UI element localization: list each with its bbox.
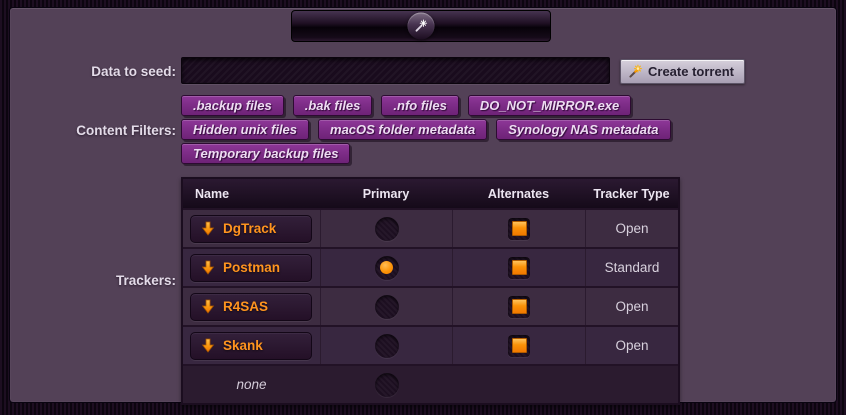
create-torrent-button[interactable]: Create torrent bbox=[620, 59, 745, 84]
tracker-name-label: R4SAS bbox=[223, 299, 268, 314]
column-header-primary: Primary bbox=[320, 179, 452, 208]
content-filters-label: Content Filters: bbox=[76, 123, 176, 138]
primary-radio[interactable] bbox=[375, 256, 399, 280]
trackers-table: Name Primary Alternates Tracker Type DgT… bbox=[181, 177, 680, 405]
tracker-row: Postman Standard bbox=[183, 247, 678, 286]
filter-chip[interactable]: .nfo files bbox=[381, 95, 458, 116]
wand-toggle-button[interactable] bbox=[408, 13, 435, 40]
data-to-seed-label: Data to seed: bbox=[91, 64, 176, 79]
download-arrow-icon bbox=[201, 221, 215, 236]
tracker-row: DgTrack Open bbox=[183, 208, 678, 247]
filter-chip-row: .backup files .bak files .nfo files DO_NOT_… bbox=[181, 95, 671, 116]
magic-wand-sparkle-icon bbox=[628, 64, 643, 79]
data-to-seed-input[interactable] bbox=[181, 57, 610, 84]
tracker-row: none bbox=[183, 364, 678, 403]
tracker-alternates-cell bbox=[452, 327, 585, 364]
tracker-name-cell: Postman bbox=[183, 249, 320, 286]
alternates-checkbox[interactable] bbox=[508, 335, 530, 357]
alternates-checkbox[interactable] bbox=[508, 296, 530, 318]
filter-chip[interactable]: macOS folder metadata bbox=[318, 119, 487, 140]
primary-radio[interactable] bbox=[375, 295, 399, 319]
filter-chip[interactable]: Temporary backup files bbox=[181, 143, 350, 164]
checkbox-mark bbox=[512, 221, 527, 236]
tracker-primary-cell bbox=[320, 210, 452, 247]
tracker-name-button[interactable]: R4SAS bbox=[190, 293, 312, 321]
tracker-type-label: Open bbox=[615, 299, 648, 314]
download-arrow-icon bbox=[201, 260, 215, 275]
tracker-type-cell: Standard bbox=[585, 249, 678, 286]
tracker-name-button[interactable]: Postman bbox=[190, 254, 312, 282]
tracker-type-cell: Open bbox=[585, 210, 678, 247]
tracker-primary-cell bbox=[320, 288, 452, 325]
tracker-name-cell: Skank bbox=[183, 327, 320, 364]
tracker-row: Skank Open bbox=[183, 325, 678, 364]
tracker-type-cell: Open bbox=[585, 327, 678, 364]
filter-chip[interactable]: Synology NAS metadata bbox=[496, 119, 670, 140]
tracker-type-label: Open bbox=[615, 338, 648, 353]
tracker-name-button[interactable]: DgTrack bbox=[190, 215, 312, 243]
filter-chip-row: Temporary backup files bbox=[181, 143, 671, 164]
tracker-name-label: Postman bbox=[223, 260, 280, 275]
column-header-name: Name bbox=[183, 179, 320, 208]
tracker-type-cell bbox=[585, 366, 678, 403]
tracker-row: R4SAS Open bbox=[183, 286, 678, 325]
tracker-alternates-cell bbox=[452, 288, 585, 325]
filter-chip[interactable]: Hidden unix files bbox=[181, 119, 309, 140]
column-header-tracker-type: Tracker Type bbox=[585, 179, 678, 208]
create-torrent-button-label: Create torrent bbox=[648, 64, 734, 79]
primary-radio[interactable] bbox=[375, 373, 399, 397]
tracker-alternates-cell bbox=[452, 249, 585, 286]
radio-dot bbox=[380, 261, 393, 274]
tracker-name-label: DgTrack bbox=[223, 221, 276, 236]
tracker-name-button[interactable]: Skank bbox=[190, 332, 312, 360]
filter-chip-row: Hidden unix files macOS folder metadata Sy… bbox=[181, 119, 671, 140]
tracker-alternates-cell bbox=[452, 366, 585, 403]
tracker-primary-cell bbox=[320, 366, 452, 403]
tracker-type-cell: Open bbox=[585, 288, 678, 325]
filter-chip[interactable]: DO_NOT_MIRROR.exe bbox=[468, 95, 631, 116]
tracker-name-cell: none bbox=[183, 366, 320, 403]
checkbox-mark bbox=[512, 299, 527, 314]
tracker-primary-cell bbox=[320, 249, 452, 286]
alternates-checkbox[interactable] bbox=[508, 218, 530, 240]
column-header-alternates: Alternates bbox=[452, 179, 585, 208]
tracker-none-label: none bbox=[236, 377, 266, 392]
magic-wand-icon bbox=[414, 19, 429, 34]
checkbox-mark bbox=[512, 260, 527, 275]
filter-chip[interactable]: .backup files bbox=[181, 95, 284, 116]
tracker-primary-cell bbox=[320, 327, 452, 364]
trackers-table-header: Name Primary Alternates Tracker Type bbox=[183, 179, 678, 208]
filter-chip[interactable]: .bak files bbox=[293, 95, 373, 116]
tracker-alternates-cell bbox=[452, 210, 585, 247]
tracker-type-label: Standard bbox=[605, 260, 660, 275]
tracker-name-label: Skank bbox=[223, 338, 263, 353]
primary-radio[interactable] bbox=[375, 217, 399, 241]
download-arrow-icon bbox=[201, 338, 215, 353]
content-filters-group: .backup files .bak files .nfo files DO_NOT_… bbox=[181, 95, 671, 164]
collapsed-header-bar bbox=[291, 10, 551, 42]
checkbox-mark bbox=[512, 338, 527, 353]
tracker-type-label: Open bbox=[615, 221, 648, 236]
trackers-table-body: DgTrack Open Postman Standard R4SAS Open bbox=[183, 208, 678, 403]
download-arrow-icon bbox=[201, 299, 215, 314]
tracker-name-cell: R4SAS bbox=[183, 288, 320, 325]
trackers-label: Trackers: bbox=[116, 273, 176, 288]
primary-radio[interactable] bbox=[375, 334, 399, 358]
alternates-checkbox[interactable] bbox=[508, 257, 530, 279]
tracker-name-cell: DgTrack bbox=[183, 210, 320, 247]
